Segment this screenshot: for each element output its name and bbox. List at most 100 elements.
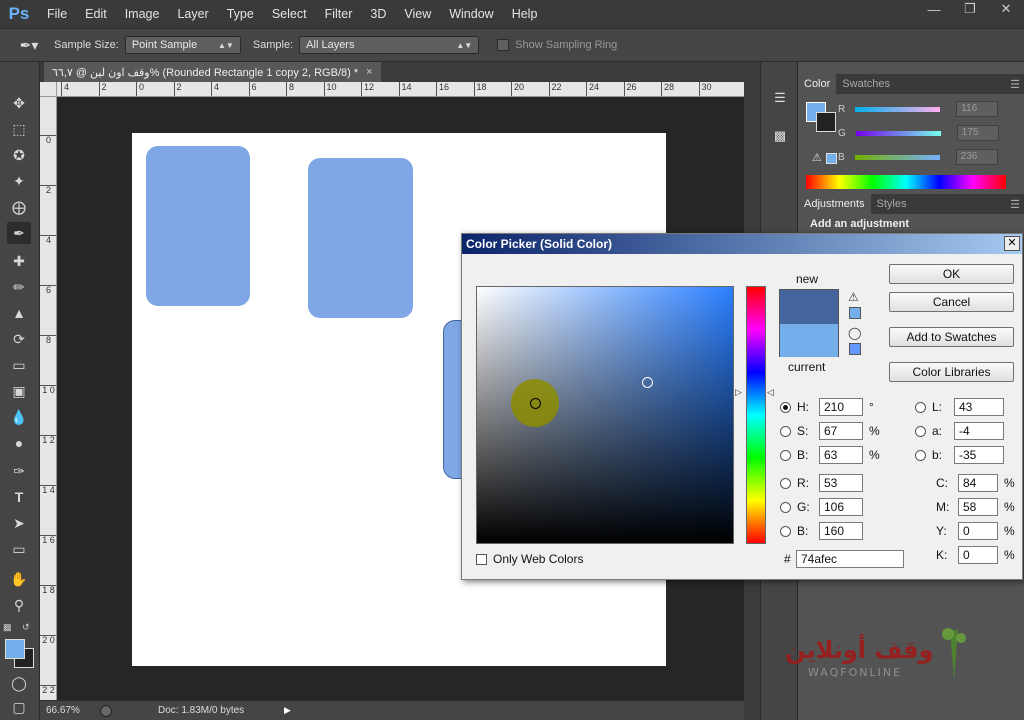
menu-layer[interactable]: Layer [168,0,217,28]
healing-brush-tool-icon[interactable]: ✚ [7,250,31,272]
blue-radio[interactable] [780,525,791,537]
gradient-tool-icon[interactable]: ▣ [7,380,31,402]
history-brush-tool-icon[interactable]: ⟳ [7,328,31,350]
current-color-swatch[interactable] [780,324,838,357]
lab-l-input[interactable]: 43 [954,398,1004,416]
close-icon[interactable]: ✕ [1004,236,1020,251]
minimize-icon[interactable]: — [916,0,952,18]
3d-panel-icon[interactable]: ▩ [770,126,790,146]
panel-menu-icon[interactable]: ☰ [1010,78,1020,91]
panel-background-swatch[interactable] [816,112,836,132]
panel-menu-icon[interactable]: ☰ [1010,198,1020,211]
green-radio[interactable] [780,501,791,513]
menu-file[interactable]: File [38,0,76,28]
dialog-titlebar[interactable]: Color Picker (Solid Color) ✕ [462,234,1022,254]
vertical-ruler[interactable]: 0 2 4 6 8 1 0 1 2 1 4 1 6 1 8 2 0 2 2 [40,97,57,700]
blur-tool-icon[interactable]: 💧 [7,406,31,428]
menu-help[interactable]: Help [503,0,547,28]
lab-b-input[interactable]: -35 [954,446,1004,464]
marquee-tool-icon[interactable]: ⬚ [7,118,31,140]
history-panel-icon[interactable]: ☰ [770,88,790,108]
saturation-brightness-field[interactable] [476,286,734,544]
play-arrow-icon[interactable]: ▶ [284,705,291,716]
rectangle-tool-icon[interactable]: ▭ [7,538,31,560]
red-radio[interactable] [780,477,791,489]
horizontal-ruler[interactable]: 4 2 0 2 4 6 8 10 12 14 16 18 20 22 24 26 28 30 [57,82,744,97]
eraser-tool-icon[interactable]: ▭ [7,354,31,376]
menu-view[interactable]: View [395,0,440,28]
hand-tool-icon[interactable]: ✋ [7,568,31,590]
out-of-gamut-warning-icon[interactable]: ⚠ [848,290,859,304]
hue-input[interactable]: 210 [819,398,863,416]
cyan-input[interactable]: 84 [958,474,998,492]
close-icon[interactable]: ✕ [988,0,1024,18]
cancel-button[interactable]: Cancel [889,292,1014,312]
saturation-radio[interactable] [780,425,791,437]
add-to-swatches-button[interactable]: Add to Swatches [889,327,1014,347]
menu-filter[interactable]: Filter [316,0,362,28]
web-safe-color-swatch[interactable] [849,343,861,355]
lab-a-input[interactable]: -4 [954,422,1004,440]
red-value[interactable]: 116 [956,101,999,117]
tab-adjustments[interactable]: Adjustments [798,194,871,214]
quick-mask-icon[interactable]: ◯ [7,672,31,694]
saturation-input[interactable]: 67 [819,422,863,440]
zoom-level[interactable]: 66.67% [46,705,94,716]
black-input[interactable]: 0 [958,546,998,564]
blue-input[interactable]: 160 [819,522,863,540]
selected-color-marker[interactable] [642,377,653,388]
sample-select[interactable]: All Layers ▲▼ [299,36,480,54]
document-tab[interactable]: وقف اون لين @ ٦٦,٧% (Rounded Rectangle 1… [44,62,381,82]
status-info-icon[interactable] [100,704,112,717]
hue-radio[interactable] [780,401,791,413]
dodge-tool-icon[interactable]: ● [7,432,31,454]
lasso-tool-icon[interactable]: ✪ [7,144,31,166]
brightness-radio[interactable] [780,449,791,461]
pen-tool-icon[interactable]: ✑ [7,460,31,482]
magic-wand-tool-icon[interactable]: ✦ [7,170,31,192]
gamut-warning-icon[interactable]: ⚠ [812,151,822,164]
tab-styles[interactable]: Styles [871,194,913,214]
yellow-input[interactable]: 0 [958,522,998,540]
gamut-color-swatch[interactable] [849,307,861,319]
lab-b-radio[interactable] [915,449,926,461]
default-colors-icon[interactable]: ▩ [3,622,12,633]
hue-slider-right-arrow-icon[interactable]: ◁ [767,387,774,398]
show-sampling-ring-checkbox[interactable] [497,39,510,51]
green-value[interactable]: 175 [956,125,999,141]
hue-slider-left-arrow-icon[interactable]: ▷ [735,387,742,398]
foreground-color-swatch[interactable] [5,639,25,659]
menu-window[interactable]: Window [440,0,502,28]
menu-image[interactable]: Image [116,0,169,28]
red-input[interactable]: 53 [819,474,863,492]
magenta-input[interactable]: 58 [958,498,998,516]
tab-color[interactable]: Color [798,74,837,94]
menu-edit[interactable]: Edit [76,0,116,28]
only-web-colors-checkbox[interactable] [476,553,487,565]
red-slider[interactable] [855,106,941,112]
brush-tool-icon[interactable]: ✏ [7,276,31,298]
blue-slider[interactable] [854,154,940,160]
rounded-rectangle-shape[interactable] [146,146,250,306]
clone-stamp-tool-icon[interactable]: ▲ [7,302,31,324]
eyedropper-tool-icon[interactable]: ✒ [7,222,31,244]
ruler-origin[interactable] [40,82,57,97]
color-spectrum-ramp[interactable] [806,175,1006,189]
sample-size-select[interactable]: Point Sample ▲▼ [124,36,241,54]
zoom-tool-icon[interactable]: ⚲ [7,594,31,616]
ok-button[interactable]: OK [889,264,1014,284]
crop-tool-icon[interactable]: ⨁ [7,196,31,218]
type-tool-icon[interactable]: T [7,486,31,508]
move-tool-icon[interactable]: ✥ [7,92,31,114]
hex-input[interactable]: 74afec [796,550,904,568]
gamut-swatch[interactable] [826,153,837,164]
green-input[interactable]: 106 [819,498,863,516]
blue-value[interactable]: 236 [955,149,998,165]
menu-3d[interactable]: 3D [361,0,395,28]
color-libraries-button[interactable]: Color Libraries [889,362,1014,382]
close-icon[interactable]: × [366,66,372,78]
screen-mode-icon[interactable]: ▢ [7,696,31,718]
web-safe-warning-icon[interactable]: ◯ [848,326,861,340]
menu-select[interactable]: Select [263,0,316,28]
rounded-rectangle-shape[interactable] [308,158,413,318]
